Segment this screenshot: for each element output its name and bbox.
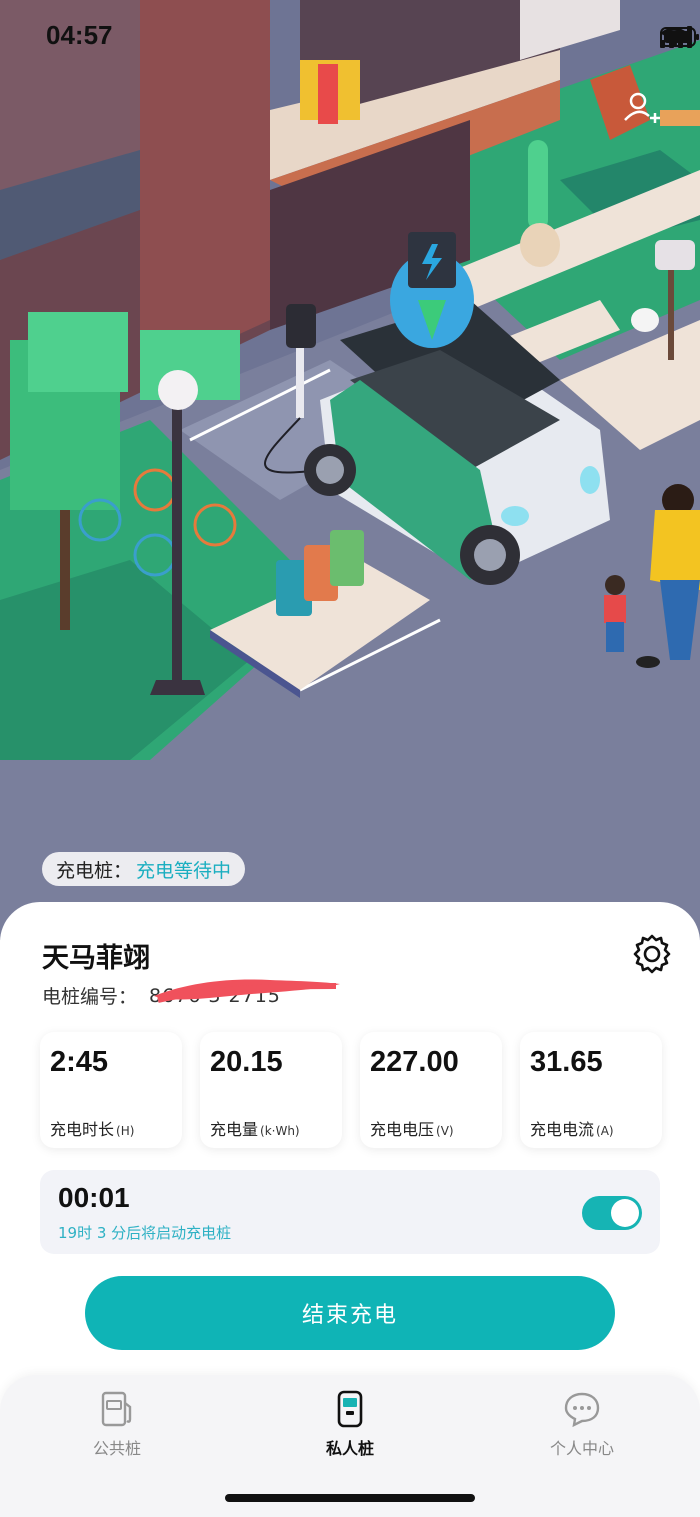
stat-card-voltage: 227.00 充电电压 (V) [360, 1032, 502, 1148]
schedule-toggle[interactable] [582, 1196, 642, 1230]
stat-unit: (H) [116, 1124, 135, 1138]
charger-status-value: 充电等待中 [136, 860, 232, 882]
stat-unit: (V) [436, 1124, 454, 1138]
stat-label: 充电时长 [50, 1120, 115, 1139]
stat-card-energy: 20.15 充电量 (k·Wh) [200, 1032, 342, 1148]
add-user-icon [624, 92, 660, 123]
gear-icon [633, 934, 671, 974]
stat-card-current: 31.65 充电电流 (A) [520, 1032, 662, 1148]
stop-charging-button[interactable]: 结束充电 [85, 1276, 615, 1350]
charging-stats: 2:45 充电时长 (H) 20.15 充电量 (k·Wh) 227.00 充电电压… [40, 1032, 662, 1148]
stat-unit: (A) [596, 1124, 614, 1138]
toggle-knob [611, 1199, 639, 1227]
battery-icon [660, 27, 699, 47]
stat-label: 充电电压 [370, 1120, 435, 1139]
tab-public-charger[interactable]: 公共桩 [47, 1389, 187, 1459]
tab-label: 私人桩 [325, 1439, 374, 1458]
timer-value: 00:01 [58, 1182, 130, 1213]
home-indicator [225, 1494, 475, 1502]
stat-card-duration: 2:45 充电时长 (H) [40, 1032, 182, 1148]
tab-private-charger[interactable]: 私人桩 [280, 1389, 420, 1459]
timer-note: 19时 3 分后将启动充电桩 [58, 1224, 232, 1242]
hero-illustration: 04:57 充电桩： 充电等待中 [0, 0, 700, 940]
station-name: 天马菲翊 [42, 943, 150, 974]
pile-number-label: 电桩编号： [42, 986, 138, 1008]
add-user-button[interactable] [618, 86, 664, 132]
stat-label: 充电量 [210, 1120, 259, 1139]
status-time: 04:57 [46, 20, 113, 50]
charger-status-label: 充电桩： [56, 860, 133, 882]
charger-status-badge: 充电桩： 充电等待中 [42, 852, 246, 886]
status-bar: 04:57 [0, 0, 700, 76]
stat-label: 充电电流 [530, 1120, 595, 1139]
tab-label: 公共桩 [92, 1439, 141, 1458]
tab-label: 个人中心 [549, 1439, 614, 1458]
public-charger-icon [101, 1391, 132, 1427]
stat-value: 20.15 [210, 1046, 283, 1078]
tab-personal-center[interactable]: 个人中心 [512, 1389, 652, 1459]
settings-button[interactable] [630, 932, 674, 976]
stat-value: 227.00 [370, 1046, 459, 1078]
stat-value: 31.65 [530, 1046, 603, 1078]
stat-value: 2:45 [50, 1046, 109, 1078]
street-scene-illustration [0, 0, 700, 940]
redaction-scribble [154, 979, 340, 1003]
chat-bubble-icon [564, 1392, 600, 1428]
stat-unit: (k·Wh) [260, 1124, 300, 1138]
private-charger-icon [337, 1390, 363, 1428]
scheduled-start-panel: 00:01 19时 3 分后将启动充电桩 [40, 1170, 660, 1254]
